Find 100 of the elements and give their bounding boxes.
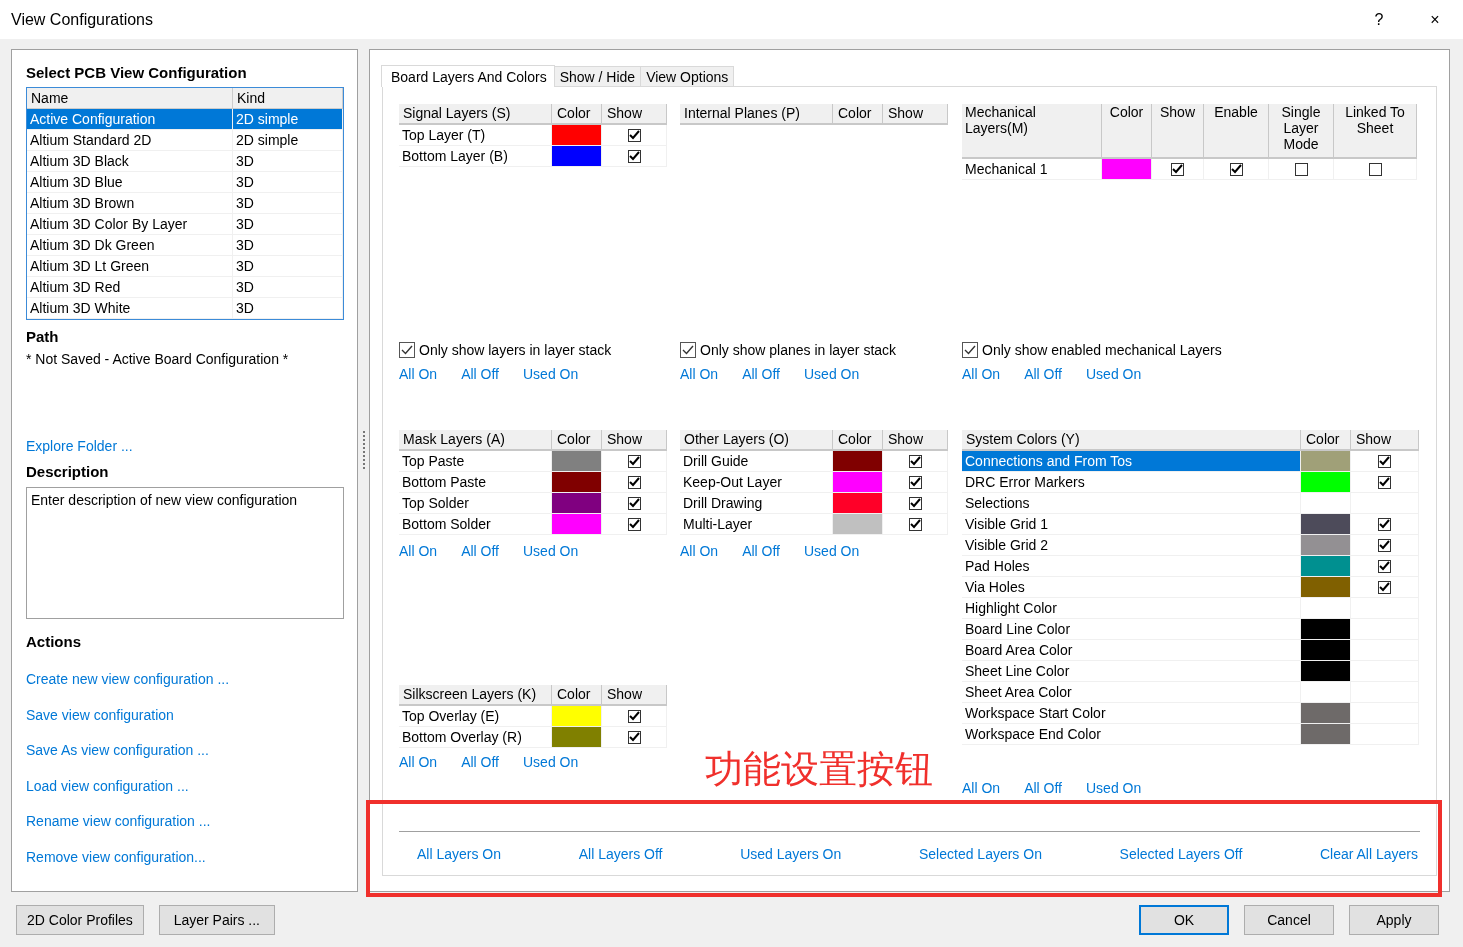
column-header[interactable]: Kind: [233, 88, 343, 108]
layer-name-cell[interactable]: Multi-Layer: [680, 514, 833, 535]
layer-action-link[interactable]: All Layers On: [417, 846, 502, 862]
group-link[interactable]: Used On: [1086, 780, 1142, 800]
layer-name-cell[interactable]: Sheet Area Color: [962, 682, 1301, 703]
group-link[interactable]: Used On: [804, 366, 860, 386]
color-swatch[interactable]: [1301, 724, 1350, 744]
show-checkbox[interactable]: [908, 496, 922, 510]
show-checkbox[interactable]: [908, 475, 922, 489]
layer-name-cell[interactable]: Visible Grid 1: [962, 514, 1301, 535]
layer-name-cell[interactable]: Workspace Start Color: [962, 703, 1301, 724]
layer-action-link[interactable]: Selected Layers Off: [1119, 846, 1243, 862]
show-checkbox[interactable]: [1378, 580, 1391, 594]
column-header[interactable]: Show: [1351, 430, 1419, 451]
action-link[interactable]: Rename view configuration ...: [26, 811, 343, 832]
color-swatch[interactable]: [1301, 640, 1350, 660]
column-header[interactable]: Other Layers (O): [680, 430, 833, 451]
layer-name-cell[interactable]: Connections and From Tos: [962, 451, 1301, 472]
show-checkbox[interactable]: [1378, 538, 1391, 552]
column-header[interactable]: Show: [602, 104, 667, 125]
group-link[interactable]: All Off: [1024, 366, 1062, 386]
show-checkbox[interactable]: [1378, 454, 1391, 468]
action-link[interactable]: Save view configuration: [26, 704, 343, 726]
dialog-button[interactable]: OK: [1139, 905, 1229, 935]
color-swatch[interactable]: [1301, 451, 1350, 471]
group-link[interactable]: All Off: [461, 543, 499, 563]
show-checkbox[interactable]: [627, 730, 641, 744]
show-checkbox[interactable]: [627, 496, 641, 510]
group-link[interactable]: All On: [680, 366, 719, 386]
layer-action-link[interactable]: Clear All Layers: [1319, 846, 1418, 862]
configuration-row[interactable]: Altium 3D Dk Green 3D: [27, 235, 343, 256]
dialog-button[interactable]: 2D Color Profiles: [16, 905, 144, 935]
color-swatch[interactable]: [552, 706, 601, 726]
show-checkbox[interactable]: [627, 149, 641, 163]
layer-name-cell[interactable]: Visible Grid 2: [962, 535, 1301, 556]
column-header[interactable]: Color: [1301, 430, 1351, 451]
layer-action-link[interactable]: Selected Layers On: [918, 846, 1042, 862]
configuration-row[interactable]: Altium 3D White 3D: [27, 298, 343, 319]
show-checkbox[interactable]: [1368, 162, 1382, 176]
filter-checkbox[interactable]: [962, 342, 978, 358]
color-swatch[interactable]: [1301, 514, 1350, 534]
group-link[interactable]: All Off: [742, 366, 780, 386]
column-header[interactable]: Internal Planes (P): [680, 104, 833, 125]
group-link[interactable]: All Off: [1024, 780, 1062, 800]
show-checkbox[interactable]: [627, 454, 641, 468]
group-link[interactable]: All Off: [461, 754, 499, 774]
color-swatch[interactable]: [552, 727, 601, 747]
show-checkbox[interactable]: [1229, 162, 1243, 176]
layer-name-cell[interactable]: Selections: [962, 493, 1301, 514]
configuration-row[interactable]: Altium 3D Blue 3D: [27, 172, 343, 193]
color-swatch[interactable]: [1301, 577, 1350, 597]
layer-name-cell[interactable]: Bottom Layer (B): [399, 146, 552, 167]
show-checkbox[interactable]: [627, 517, 641, 531]
show-checkbox[interactable]: [908, 454, 922, 468]
action-link[interactable]: Load view configuration ...: [26, 775, 343, 797]
column-header[interactable]: Linked To Sheet: [1334, 104, 1417, 159]
layer-name-cell[interactable]: Board Line Color: [962, 619, 1301, 640]
color-swatch[interactable]: [552, 146, 601, 166]
configuration-row[interactable]: Altium 3D Black 3D: [27, 151, 343, 172]
configuration-row[interactable]: Altium 3D Color By Layer 3D: [27, 214, 343, 235]
color-swatch[interactable]: [1301, 661, 1350, 681]
column-header[interactable]: Enable: [1204, 104, 1269, 159]
column-header[interactable]: Silkscreen Layers (K): [399, 685, 552, 706]
column-header[interactable]: Show: [883, 104, 948, 125]
column-header[interactable]: Color: [552, 685, 602, 706]
color-swatch[interactable]: [552, 472, 601, 492]
column-header[interactable]: Color: [552, 104, 602, 125]
configuration-row[interactable]: Altium Standard 2D 2D simple: [27, 130, 343, 151]
dialog-button[interactable]: Layer Pairs ...: [158, 905, 275, 935]
dialog-button[interactable]: Cancel: [1244, 905, 1334, 935]
column-header[interactable]: Name: [27, 88, 233, 108]
color-swatch[interactable]: [1301, 703, 1350, 723]
column-header[interactable]: Mechanical Layers(M): [962, 104, 1102, 159]
show-checkbox[interactable]: [1294, 162, 1308, 176]
group-link[interactable]: Used On: [523, 754, 579, 774]
column-header[interactable]: Color: [833, 430, 883, 451]
layer-action-link[interactable]: All Layers Off: [578, 846, 663, 862]
color-swatch[interactable]: [1102, 159, 1151, 179]
splitter-grip-icon[interactable]: [361, 430, 366, 471]
tab[interactable]: Board Layers And Colors: [381, 65, 555, 87]
show-checkbox[interactable]: [1378, 517, 1391, 531]
filter-checkbox[interactable]: [680, 342, 696, 358]
column-header[interactable]: Color: [552, 430, 602, 451]
layer-name-cell[interactable]: Board Area Color: [962, 640, 1301, 661]
layer-name-cell[interactable]: Via Holes: [962, 577, 1301, 598]
group-link[interactable]: All On: [962, 366, 1001, 386]
show-checkbox[interactable]: [627, 475, 641, 489]
group-link[interactable]: All On: [399, 366, 438, 386]
column-header[interactable]: Show: [602, 430, 667, 451]
action-link[interactable]: Save As view configuration ...: [26, 740, 343, 761]
group-link[interactable]: Used On: [523, 543, 579, 563]
filter-checkbox[interactable]: [399, 342, 415, 358]
color-swatch[interactable]: [833, 493, 882, 513]
group-link[interactable]: All Off: [742, 543, 780, 563]
explore-folder-link[interactable]: Explore Folder ...: [26, 438, 343, 454]
close-button[interactable]: ×: [1407, 0, 1463, 39]
dialog-button[interactable]: Apply: [1349, 905, 1439, 935]
column-header[interactable]: Color: [1102, 104, 1152, 159]
show-checkbox[interactable]: [1378, 559, 1391, 573]
tab[interactable]: Show / Hide: [553, 66, 642, 86]
